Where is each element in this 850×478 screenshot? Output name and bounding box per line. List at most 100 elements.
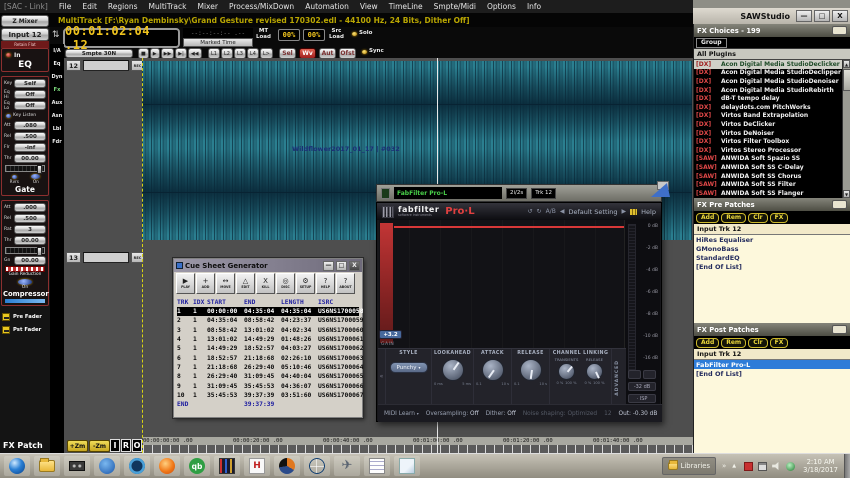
collapse-panel-icon[interactable]: « (378, 349, 386, 404)
link-release-knob[interactable] (586, 363, 603, 380)
meter-range-button[interactable]: -32 dB (628, 382, 656, 391)
window-shade-button[interactable] (832, 200, 847, 209)
plugin-list-item[interactable]: [DX] Virtos Filter Toolbox (694, 137, 842, 146)
smpte-format-select[interactable]: Smpte 30N (65, 49, 133, 58)
eq-in-led[interactable] (6, 53, 11, 57)
menu-item[interactable]: Info (527, 2, 541, 11)
patch-button[interactable]: FX (770, 338, 789, 348)
iro-mode-button[interactable]: O (132, 439, 142, 452)
track-name-field[interactable] (83, 252, 129, 263)
key-select[interactable]: Self (14, 79, 46, 88)
comp-on-button[interactable]: On (3, 279, 47, 290)
view-tab[interactable]: Asn (50, 109, 64, 122)
plugin-list-item[interactable]: [SAW] ANWIDA Soft SS C-Delay (694, 163, 842, 172)
view-tab[interactable]: Lbl (50, 122, 64, 135)
lookahead-knob[interactable] (442, 359, 464, 381)
taskbar-app-swirl[interactable] (274, 456, 300, 476)
menu-item[interactable]: View (360, 2, 378, 11)
patch-list-item[interactable]: [End Of List] (694, 262, 850, 271)
cue-toolbar-button[interactable]: ? HELP (316, 273, 335, 294)
midi-learn-button[interactable]: MIDI Learn ▾ (384, 411, 419, 417)
slider-thumb[interactable] (37, 247, 42, 256)
minimize-button[interactable]: — (323, 261, 334, 271)
patch-button[interactable]: FX (770, 213, 789, 223)
gain-value-badge[interactable]: +3.2 (379, 330, 402, 339)
eq-label[interactable]: EQ (3, 60, 47, 70)
patch-list-item[interactable]: StandardEQ (694, 253, 850, 262)
libraries-taskbar-button[interactable]: Libraries (662, 457, 716, 475)
preset-name[interactable]: Default Setting (568, 208, 617, 216)
taskbar-app-audio-device[interactable] (64, 456, 90, 476)
cue-table-row[interactable]: 7121:18:6826:29:4005:10:46US6NS1700064 (177, 363, 359, 372)
menu-item[interactable]: Options (487, 2, 516, 11)
taskbar-app-explorer[interactable] (34, 456, 60, 476)
cue-toolbar-button[interactable]: ? ABOUT (336, 273, 355, 294)
menu-item[interactable]: Smpte/Midi (434, 2, 476, 11)
cue-table-row[interactable]: 8126:29:4031:09:4504:40:04US6NS1700065 (177, 372, 359, 381)
close-button[interactable]: X (349, 261, 360, 271)
track-name-field[interactable] (83, 60, 129, 71)
volume-icon[interactable] (772, 462, 781, 471)
menu-item[interactable]: File (59, 2, 72, 11)
comp-gn-value[interactable]: 00.00 (14, 256, 46, 265)
zoom-in-button[interactable]: +Zm (67, 440, 88, 452)
menu-item[interactable]: TimeLine (389, 2, 423, 11)
plugin-list-item[interactable]: [DX] Acon Digital Media StudioRebirth (694, 86, 842, 95)
track-number[interactable]: 12 (66, 60, 81, 71)
sync-indicator[interactable]: Sync (362, 49, 384, 55)
patch-button[interactable]: Clr (748, 338, 767, 348)
taskbar-app-blue-ring[interactable] (124, 456, 150, 476)
gate-label[interactable]: Gate (3, 185, 47, 194)
gate-rel-value[interactable]: .500 (14, 132, 46, 141)
view-tab[interactable]: I/A (50, 44, 64, 57)
gate-threshold-slider[interactable] (5, 165, 45, 172)
undo-icon[interactable]: ↺ (528, 208, 533, 215)
view-tab[interactable]: Fdr (50, 135, 64, 148)
plugin-list-item[interactable]: [SAW] ANWIDA Soft Spazio SS (694, 155, 842, 164)
slider-thumb[interactable] (37, 165, 42, 174)
patch-button[interactable]: Clr (748, 213, 767, 223)
group-button[interactable]: Group (696, 38, 727, 48)
scroll-thumb[interactable] (843, 69, 850, 91)
gain-slider-rail[interactable] (380, 223, 393, 343)
comp-thr-value[interactable]: 00.00 (14, 236, 46, 245)
show-hidden-icons[interactable]: ▲ (732, 463, 736, 469)
plugin-list-item[interactable]: [DX] Virtos Band Extrapolation (694, 112, 842, 121)
patch-list-item[interactable]: GMonoBass (694, 244, 850, 253)
cue-toolbar-button[interactable]: △ EDIT (236, 273, 255, 294)
comp-rel-value[interactable]: .500 (14, 214, 46, 223)
window-shade-button[interactable] (832, 325, 847, 334)
advanced-tab[interactable]: ADVANCED (612, 349, 623, 404)
attack-knob[interactable] (482, 359, 504, 381)
cue-toolbar-button[interactable]: + ADD (196, 273, 215, 294)
scroll-up-button[interactable]: ▲ (843, 60, 850, 68)
menu-item[interactable]: Regions (108, 2, 138, 11)
iro-mode-button[interactable]: I (110, 439, 120, 452)
cue-toolbar-button[interactable]: ⚙ SETUP (296, 273, 315, 294)
close-button[interactable]: X (832, 10, 848, 22)
start-button[interactable] (4, 456, 30, 476)
patch-button[interactable]: Rem (721, 213, 746, 223)
cue-title-bar[interactable]: Cue Sheet Generator — □ X (174, 259, 362, 272)
cue-table-row[interactable]: 5114:49:2918:52:5704:03:27US6NS1700062 (177, 344, 359, 353)
cue-toolbar-button[interactable]: ▶ PLAY (176, 273, 195, 294)
patch-list-item[interactable]: HiRes Equaliser (694, 235, 850, 244)
plugin-list-item[interactable]: [SAW] ANWIDA Soft SS Filter (694, 180, 842, 189)
timeline-ruler[interactable]: 00:00:00:00 .0000:00:20:00 .0000:00:40:0… (143, 437, 693, 453)
plugin-list-scrollbar[interactable]: ▲ ▼ (842, 60, 850, 198)
taskbar-app-xplane[interactable]: ✈ (334, 456, 360, 476)
menu-item[interactable]: Edit (82, 2, 97, 11)
menu-item[interactable]: Automation (305, 2, 349, 11)
pre-fader-button[interactable]: Pre Fader (1, 310, 49, 323)
level-display[interactable]: +3.2 GAIN (378, 220, 626, 348)
taskbar-chevron[interactable]: » (722, 462, 726, 470)
retain-flat-label[interactable]: Retain Flat (1, 41, 49, 48)
cue-table-row[interactable]: 4113:01:0214:49:2901:48:26US6NS1700061 (177, 335, 359, 344)
key-listen-led[interactable] (6, 114, 11, 118)
plugin-list-item[interactable]: [DX] Acon Digital Media StudioDeclicker (694, 60, 842, 69)
output-gain-readout[interactable]: Out: -0.30 dB (619, 411, 658, 417)
patch-list-item[interactable]: [End Of List] (694, 369, 850, 378)
plugin-list-item[interactable]: [DX] Virtos DeClicker (694, 120, 842, 129)
comp-rat-value[interactable]: 3 (14, 225, 46, 234)
solo-indicator[interactable]: Solo (352, 31, 372, 37)
